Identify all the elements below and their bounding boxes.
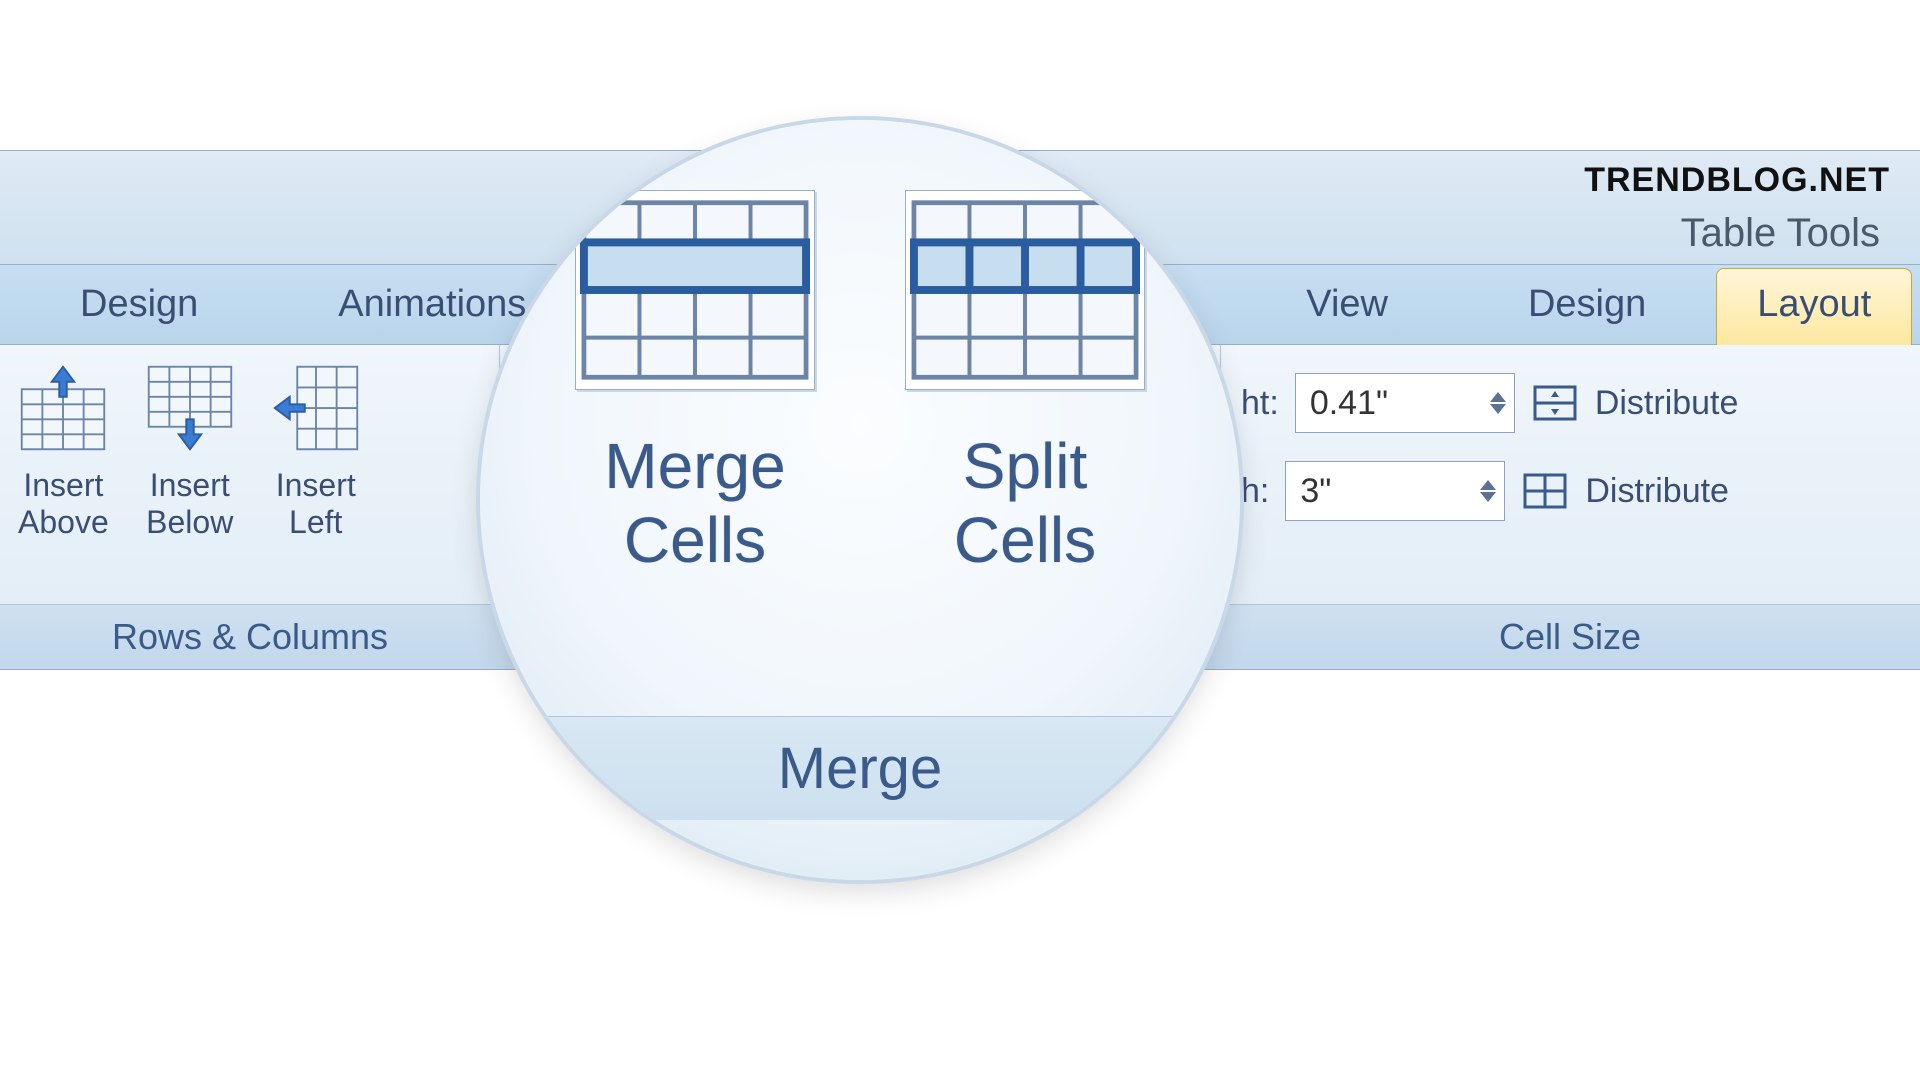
rows-columns-group-label: Rows & Columns — [0, 605, 500, 669]
cell-size-group-label: Cell Size — [1220, 605, 1920, 669]
tab-view[interactable]: View — [1266, 273, 1428, 336]
height-label: ht: — [1241, 384, 1279, 423]
insert-below-label: Insert Below — [146, 467, 233, 541]
tab-design[interactable]: Design — [40, 273, 238, 336]
magnifier-overlay: Merge Cells Split Ce — [480, 120, 1240, 880]
insert-above-icon — [18, 363, 108, 453]
merge-group-label: Merge — [480, 716, 1240, 820]
spinner-arrows-icon[interactable] — [1480, 480, 1496, 502]
width-value: 3" — [1300, 472, 1331, 511]
width-label: h: — [1241, 472, 1269, 511]
distribute-rows-button[interactable]: Distribute — [1595, 384, 1739, 423]
insert-left-label: Insert Left — [276, 467, 356, 541]
spinner-arrows-icon[interactable] — [1490, 392, 1506, 414]
height-input[interactable]: 0.41" — [1295, 373, 1515, 433]
merge-cells-icon — [575, 190, 815, 390]
tab-table-design[interactable]: Design — [1488, 273, 1686, 336]
width-input[interactable]: 3" — [1285, 461, 1505, 521]
height-value: 0.41" — [1310, 384, 1388, 423]
distribute-columns-button[interactable]: Distribute — [1585, 472, 1729, 511]
insert-above-button[interactable]: Insert Above — [0, 345, 127, 604]
insert-left-button[interactable]: Insert Left — [253, 345, 379, 604]
insert-above-label: Insert Above — [18, 467, 109, 541]
distribute-rows-icon — [1531, 379, 1579, 427]
distribute-columns-icon — [1521, 467, 1569, 515]
split-cells-button[interactable]: Split Cells — [905, 190, 1145, 577]
insert-below-button[interactable]: Insert Below — [127, 345, 253, 604]
tab-table-layout[interactable]: Layout — [1716, 268, 1912, 347]
contextual-tab-title: Table Tools — [1681, 211, 1880, 256]
split-cells-label: Split Cells — [954, 430, 1096, 577]
merge-cells-button[interactable]: Merge Cells — [575, 190, 815, 577]
insert-left-icon — [271, 363, 361, 453]
merge-cells-label: Merge Cells — [604, 430, 785, 577]
insert-below-icon — [145, 363, 235, 453]
watermark-text: TRENDBLOG.NET — [1584, 161, 1890, 200]
split-cells-icon — [905, 190, 1145, 390]
